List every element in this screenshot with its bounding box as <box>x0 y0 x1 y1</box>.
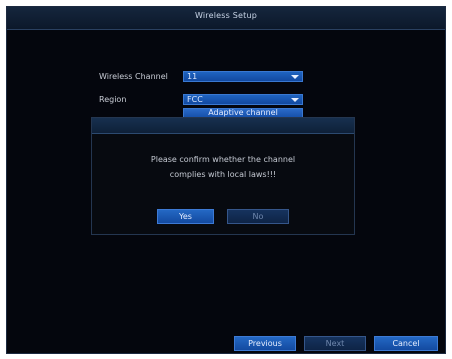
wireless-channel-select[interactable]: 11 <box>183 71 303 82</box>
region-select[interactable]: FCC <box>183 94 303 105</box>
window-title: Wireless Setup <box>194 11 258 20</box>
screen: Wireless Setup Wireless Channel 11 Regio… <box>0 0 452 359</box>
wireless-channel-label: Wireless Channel <box>99 72 168 81</box>
previous-button[interactable]: Previous <box>234 336 296 351</box>
cancel-button[interactable]: Cancel <box>374 336 438 351</box>
region-label: Region <box>99 95 127 104</box>
no-button[interactable]: No <box>227 209 289 224</box>
chevron-down-icon <box>291 98 299 102</box>
dialog-message-line1: Please confirm whether the channel <box>150 155 296 164</box>
dialog-message-line2: complies with local laws!!! <box>169 170 277 179</box>
title-bar: Wireless Setup <box>7 7 445 30</box>
wireless-channel-value: 11 <box>187 72 198 81</box>
next-button[interactable]: Next <box>304 336 366 351</box>
chevron-down-icon <box>291 75 299 79</box>
yes-button[interactable]: Yes <box>157 209 214 224</box>
dialog-title-bar <box>92 118 354 134</box>
region-value: FCC <box>187 95 203 104</box>
confirm-dialog: Please confirm whether the channel compl… <box>91 117 355 235</box>
